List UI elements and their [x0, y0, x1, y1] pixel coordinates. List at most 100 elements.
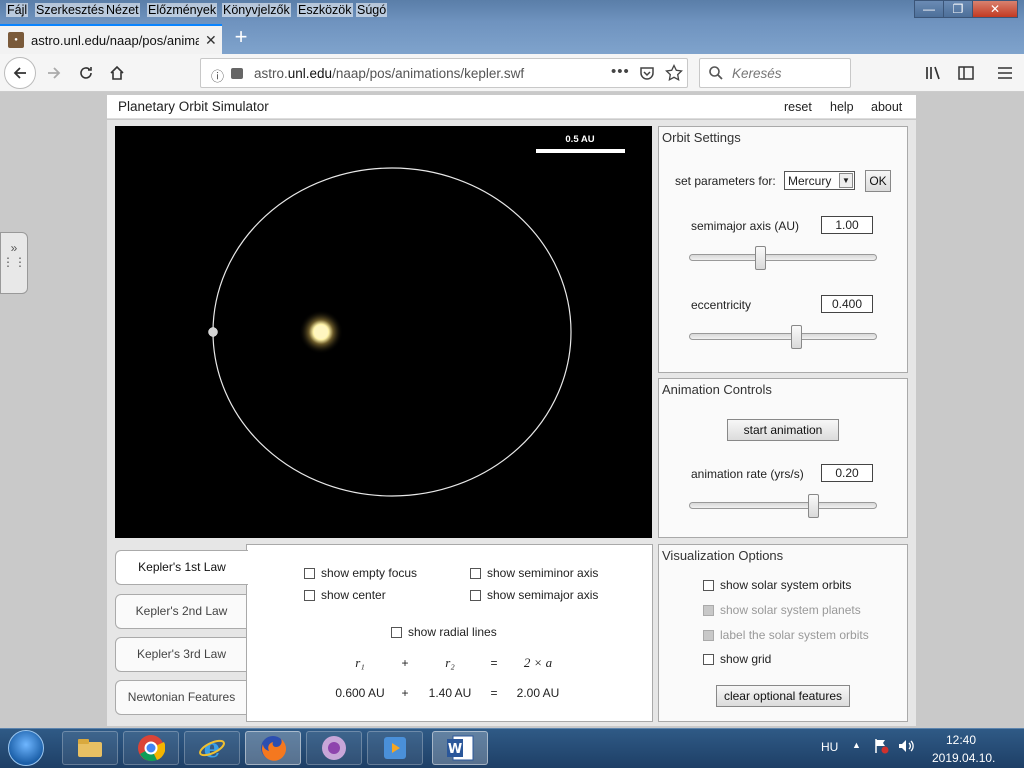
menu-file[interactable]: Fájl [6, 3, 29, 17]
checkbox[interactable] [470, 567, 481, 579]
taskbar-firefox-icon[interactable] [245, 731, 301, 765]
menu-bookmarks[interactable]: Könyvjelzők [222, 3, 291, 17]
side-panel-handle[interactable]: » ⋮⋮ [0, 232, 28, 294]
home-icon[interactable] [103, 59, 131, 87]
close-window-icon[interactable]: ✕ [972, 0, 1018, 18]
animation-rate-slider[interactable] [689, 502, 877, 509]
viz-option-label-orbits: label the solar system orbits [703, 628, 869, 642]
viz-option-solar-orbits[interactable]: show solar system orbits [703, 578, 851, 592]
volume-icon[interactable] [897, 738, 915, 757]
reload-icon[interactable] [72, 59, 100, 87]
sidebar-icon[interactable] [952, 59, 980, 87]
animation-rate-slider-thumb[interactable] [807, 494, 819, 518]
url-text: astro.unl.edu/naap/pos/animations/kepler… [254, 66, 525, 81]
tab-newtonian-features[interactable]: Newtonian Features [115, 680, 248, 715]
taskbar-chrome-icon[interactable] [123, 731, 179, 765]
menu-tools[interactable]: Eszközök [297, 3, 353, 17]
eccentricity-slider-thumb[interactable] [790, 325, 802, 349]
tab-keplers-1st-law[interactable]: Kepler's 1st Law [115, 550, 248, 585]
search-bar[interactable]: Keresés [699, 58, 851, 88]
svg-text:e: e [204, 734, 221, 762]
ok-button[interactable]: OK [865, 170, 891, 192]
bookmark-star-icon[interactable] [665, 63, 683, 85]
orbit-canvas[interactable] [115, 126, 652, 538]
language-indicator[interactable]: HU [821, 740, 838, 754]
forward-icon[interactable] [40, 59, 68, 87]
site-favicon-icon: ● [8, 32, 24, 48]
tab-keplers-2nd-law[interactable]: Kepler's 2nd Law [115, 594, 248, 629]
option-show-semimajor-axis[interactable]: show semimajor axis [470, 588, 598, 602]
pocket-icon[interactable] [639, 65, 655, 84]
tab-keplers-3rd-law[interactable]: Kepler's 3rd Law [115, 637, 248, 672]
taskbar-explorer-icon[interactable] [62, 731, 118, 765]
eccentricity-slider[interactable] [689, 333, 877, 340]
checkbox[interactable] [304, 567, 315, 579]
option-show-center[interactable]: show center [304, 588, 386, 602]
set-params-label: set parameters for: [675, 174, 776, 188]
chevron-down-icon[interactable]: ▼ [839, 173, 853, 188]
minimize-icon[interactable]: — [914, 0, 944, 18]
animation-rate-value[interactable]: 0.20 [821, 464, 873, 482]
scale-bar-label: 0.5 AU [565, 134, 595, 145]
library-icon[interactable] [920, 59, 948, 87]
menu-view[interactable]: Nézet [105, 3, 140, 17]
semimajor-axis-slider[interactable] [689, 254, 877, 261]
start-button-icon[interactable] [8, 730, 44, 766]
eq-r2-value: 1.40 AU [428, 686, 472, 700]
eq-r2-symbol: r₂ [445, 655, 455, 670]
tab-close-icon[interactable]: ✕ [205, 32, 217, 49]
simulator-title: Planetary Orbit Simulator [118, 99, 269, 114]
clock-time[interactable]: 12:40 [946, 733, 976, 747]
show-hidden-icons-icon[interactable]: ▲ [852, 740, 861, 750]
hamburger-menu-icon[interactable] [991, 59, 1019, 87]
taskbar-app-icon[interactable] [306, 731, 362, 765]
planet-select[interactable]: Mercury ▼ [784, 171, 855, 190]
menu-bar: Fájl Szerkesztés Nézet Előzmények Könyvj… [0, 0, 1024, 22]
menu-help[interactable]: Súgó [356, 3, 388, 17]
eq-plus-value: + [401, 686, 409, 700]
eccentricity-label: eccentricity [691, 298, 752, 312]
help-link[interactable]: help [830, 100, 854, 114]
checkbox[interactable] [391, 626, 402, 638]
restore-icon[interactable]: ❐ [943, 0, 973, 18]
plugin-icon[interactable] [231, 68, 243, 79]
checkbox[interactable] [304, 589, 315, 601]
scale-bar [536, 149, 625, 153]
back-icon[interactable] [4, 57, 36, 89]
checkbox[interactable] [470, 589, 481, 601]
semimajor-axis-slider-thumb[interactable] [754, 246, 766, 270]
info-icon[interactable]: ⓘ [211, 66, 224, 85]
search-placeholder: Keresés [732, 66, 782, 81]
clear-optional-features-button[interactable]: clear optional features [716, 685, 850, 707]
checkbox[interactable] [703, 653, 714, 665]
url-bar[interactable]: ⓘ astro.unl.edu/naap/pos/animations/kepl… [200, 58, 688, 88]
taskbar-media-player-icon[interactable] [367, 731, 423, 765]
semimajor-axis-label: semimajor axis (AU) [691, 219, 800, 233]
menu-history[interactable]: Előzmények [147, 3, 218, 17]
tab-title: astro.unl.edu/naap/pos/animat [31, 32, 199, 48]
page-actions-icon[interactable]: ••• [611, 63, 630, 80]
option-show-semiminor-axis[interactable]: show semiminor axis [470, 566, 598, 580]
eccentricity-value[interactable]: 0.400 [821, 295, 873, 313]
menu-edit[interactable]: Szerkesztés [35, 3, 106, 17]
animation-controls-title: Animation Controls [662, 382, 772, 397]
clock-date[interactable]: 2019.04.10. [932, 751, 995, 765]
viz-option-show-grid[interactable]: show grid [703, 652, 771, 666]
svg-text:W: W [448, 742, 462, 757]
option-show-radial-lines[interactable]: show radial lines [391, 625, 497, 639]
viz-option-solar-planets: show solar system planets [703, 603, 861, 617]
search-icon [708, 65, 724, 84]
browser-tab[interactable]: ● astro.unl.edu/naap/pos/animat ✕ [0, 24, 222, 54]
eq-plus-symbol: + [401, 656, 409, 670]
semimajor-axis-value[interactable]: 1.00 [821, 216, 873, 234]
reset-link[interactable]: reset [784, 100, 812, 114]
taskbar-ie-icon[interactable]: e [184, 731, 240, 765]
start-animation-button[interactable]: start animation [727, 419, 839, 441]
new-tab-icon[interactable]: + [230, 26, 252, 50]
eq-equals-symbol: = [490, 656, 498, 670]
option-show-empty-focus[interactable]: show empty focus [304, 566, 417, 580]
taskbar-word-icon[interactable]: W [432, 731, 488, 765]
about-link[interactable]: about [871, 100, 902, 114]
action-center-flag-icon[interactable] [873, 738, 889, 757]
checkbox[interactable] [703, 579, 714, 591]
